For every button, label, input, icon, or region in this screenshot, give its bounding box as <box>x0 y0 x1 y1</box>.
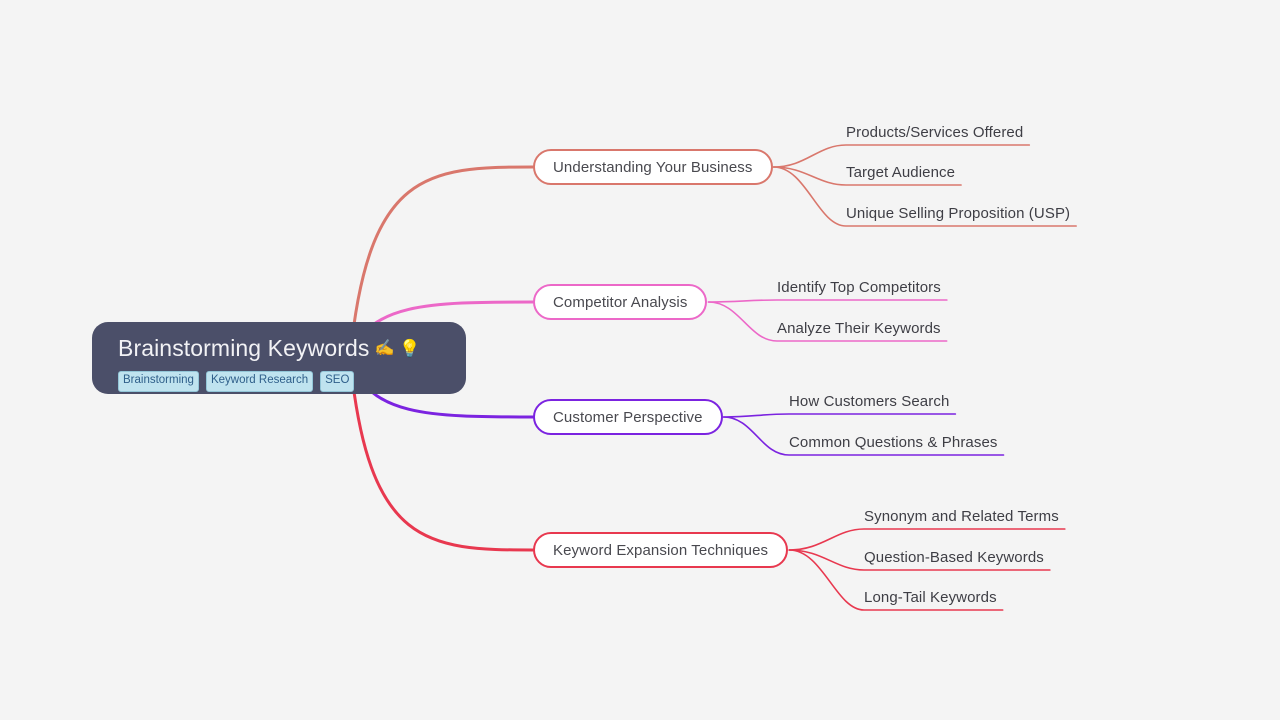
branch-node-customer-perspective[interactable]: Customer Perspective <box>533 399 723 435</box>
leaf-label: Products/Services Offered <box>846 123 1024 141</box>
leaf-node-identify-top-competitors[interactable]: Identify Top Competitors <box>777 274 941 300</box>
tag-keyword-research[interactable]: Keyword Research <box>205 371 314 392</box>
leaf-node-target-audience[interactable]: Target Audience <box>846 159 955 185</box>
tag-seo[interactable]: SEO <box>320 371 355 392</box>
leaf-node-unique-selling-proposition[interactable]: Unique Selling Proposition (USP) <box>846 200 1070 226</box>
branch-node-understanding-your-business[interactable]: Understanding Your Business <box>533 149 773 185</box>
branch-label: Competitor Analysis <box>553 293 688 311</box>
tag-brainstorming[interactable]: Brainstorming <box>118 371 199 392</box>
lightbulb-icon: 💡 <box>399 338 421 358</box>
leaf-label: Unique Selling Proposition (USP) <box>846 204 1071 222</box>
branch-node-competitor-analysis[interactable]: Competitor Analysis <box>533 284 708 320</box>
leaf-node-analyze-their-keywords[interactable]: Analyze Their Keywords <box>777 315 941 341</box>
leaf-label: Question-Based Keywords <box>864 548 1044 566</box>
branch-label: Understanding Your Business <box>553 158 753 176</box>
leaf-label: Common Questions & Phrases <box>789 433 998 451</box>
leaf-node-products-services-offered[interactable]: Products/Services Offered <box>846 119 1023 145</box>
branch-node-keyword-expansion-techniques[interactable]: Keyword Expansion Techniques <box>533 532 789 568</box>
leaf-label: Analyze Their Keywords <box>777 319 941 337</box>
mindmap-canvas: Brainstorming Keywords ✍ 💡 Brainstorming… <box>0 0 1280 720</box>
leaf-label: Identify Top Competitors <box>777 278 941 296</box>
root-node[interactable]: Brainstorming Keywords ✍ 💡 Brainstorming… <box>92 322 466 394</box>
leaf-label: How Customers Search <box>789 392 950 410</box>
root-title: Brainstorming Keywords <box>118 334 370 361</box>
leaf-node-question-based-keywords[interactable]: Question-Based Keywords <box>864 544 1044 570</box>
root-tag-list: Brainstorming Keyword Research SEO <box>118 371 466 392</box>
leaf-label: Target Audience <box>846 163 956 181</box>
branch-label: Keyword Expansion Techniques <box>553 541 769 559</box>
leaf-label: Synonym and Related Terms <box>864 507 1059 525</box>
leaf-node-long-tail-keywords[interactable]: Long-Tail Keywords <box>864 584 997 610</box>
branch-label: Customer Perspective <box>553 408 703 426</box>
leaf-node-synonym-and-related-terms[interactable]: Synonym and Related Terms <box>864 503 1059 529</box>
leaf-label: Long-Tail Keywords <box>864 588 997 606</box>
leaf-node-how-customers-search[interactable]: How Customers Search <box>789 388 949 414</box>
root-title-row: Brainstorming Keywords ✍ 💡 <box>118 333 466 363</box>
pen-icon: ✍ <box>374 340 395 357</box>
leaf-node-common-questions-phrases[interactable]: Common Questions & Phrases <box>789 429 998 455</box>
